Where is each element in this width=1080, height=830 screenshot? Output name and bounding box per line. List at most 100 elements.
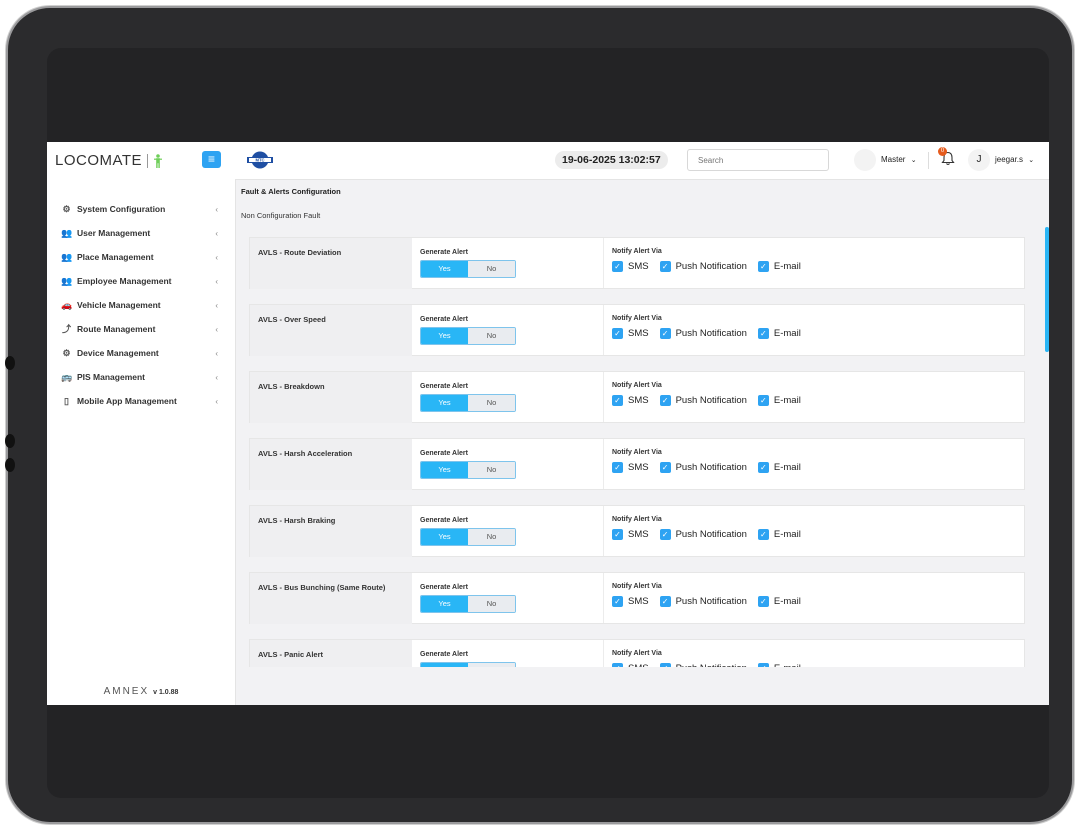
no-button[interactable]: No: [468, 596, 515, 612]
no-button[interactable]: No: [468, 328, 515, 344]
yes-button[interactable]: Yes: [421, 328, 468, 344]
generate-alert-label: Generate Alert: [420, 651, 468, 658]
channel-checkbox[interactable]: ✓ SMS: [612, 663, 649, 667]
notify-alert-label: Notify Alert Via: [612, 382, 662, 389]
sidebar-item[interactable]: ▯ Mobile App Management ‹: [47, 389, 235, 413]
channel-checkbox[interactable]: ✓ SMS: [612, 328, 649, 339]
channel-checkbox[interactable]: ✓ Push Notification: [659, 261, 747, 272]
checkmark-icon: ✓: [757, 529, 769, 540]
channel-checkbox[interactable]: ✓ E-mail: [757, 261, 801, 272]
tablet-frame: LOCOMATE ≡ ⚙ System Configuration ‹ 👥 User M…: [5, 6, 1074, 824]
fault-name: AVLS - Bus Bunching (Same Route): [250, 573, 412, 624]
checkmark-icon: ✓: [757, 663, 769, 667]
channel-checkbox[interactable]: ✓ E-mail: [757, 663, 801, 667]
sidebar-item[interactable]: 👥 Place Management ‹: [47, 245, 235, 269]
gear-cluster-icon: ⚙: [62, 347, 71, 358]
sidebar-item[interactable]: 🚌 PIS Management ‹: [47, 365, 235, 389]
channel-checkbox[interactable]: ✓ Push Notification: [659, 462, 747, 473]
row-divider: [603, 238, 604, 288]
mtc-logo-icon[interactable]: MTC: [247, 151, 273, 169]
sidebar-item[interactable]: ⤴ Route Management ‹: [47, 317, 235, 341]
channel-checkbox[interactable]: ✓ SMS: [612, 596, 649, 607]
no-button[interactable]: No: [468, 395, 515, 411]
fault-row: AVLS - Route Deviation Generate Alert Yes N…: [249, 237, 1025, 289]
app-logo: LOCOMATE: [55, 152, 163, 169]
channel-checkbox[interactable]: ✓ E-mail: [757, 328, 801, 339]
channel-checkbox[interactable]: ✓ SMS: [612, 529, 649, 540]
tablet-screen: LOCOMATE ≡ ⚙ System Configuration ‹ 👥 User M…: [47, 48, 1049, 798]
generate-alert-label: Generate Alert: [420, 383, 468, 390]
no-button[interactable]: No: [468, 663, 515, 667]
no-button[interactable]: No: [468, 529, 515, 545]
channel-checkbox[interactable]: ✓ E-mail: [757, 395, 801, 406]
chevron-left-icon: ‹: [215, 324, 218, 334]
channel-label: SMS: [628, 596, 649, 607]
route-icon: ⤴: [61, 323, 71, 334]
generate-alert-toggle: YesNo: [420, 327, 516, 345]
checkmark-icon: ✓: [757, 596, 769, 607]
yes-button[interactable]: Yes: [421, 395, 468, 411]
channel-checkbox[interactable]: ✓ E-mail: [757, 462, 801, 473]
sidebar-item-label: Mobile App Management: [77, 396, 177, 406]
channel-checkbox[interactable]: ✓ Push Notification: [659, 529, 747, 540]
row-divider: [603, 439, 604, 489]
fault-row: AVLS - Harsh Acceleration Generate Alert Y…: [249, 438, 1025, 490]
notify-channels: ✓ SMS ✓ Push Notification ✓ E-mail: [612, 529, 812, 540]
amnex-logo-text: AMNEX: [103, 686, 150, 697]
sidebar-item[interactable]: 🚗 Vehicle Management ‹: [47, 293, 235, 317]
user-avatar[interactable]: J: [968, 149, 990, 171]
yes-button[interactable]: Yes: [421, 596, 468, 612]
yes-button[interactable]: Yes: [421, 261, 468, 277]
fault-name: AVLS - Panic Alert: [250, 640, 412, 667]
channel-checkbox[interactable]: ✓ Push Notification: [659, 596, 747, 607]
chevron-left-icon: ‹: [215, 276, 218, 286]
sidebar-item[interactable]: 👥 User Management ‹: [47, 221, 235, 245]
sidebar-item[interactable]: 👥 Employee Management ‹: [47, 269, 235, 293]
scrollbar[interactable]: [1045, 227, 1049, 352]
channel-checkbox[interactable]: ✓ E-mail: [757, 596, 801, 607]
notify-channels: ✓ SMS ✓ Push Notification ✓ E-mail: [612, 663, 812, 667]
channel-checkbox[interactable]: ✓ SMS: [612, 261, 649, 272]
yes-button[interactable]: Yes: [421, 529, 468, 545]
yes-button[interactable]: Yes: [421, 462, 468, 478]
user-dropdown[interactable]: jeegar.s ⌄: [995, 155, 1034, 164]
channel-checkbox[interactable]: ✓ E-mail: [757, 529, 801, 540]
channel-checkbox[interactable]: ✓ SMS: [612, 395, 649, 406]
sidebar-item[interactable]: ⚙ System Configuration ‹: [47, 197, 235, 221]
fault-name: AVLS - Route Deviation: [250, 238, 412, 289]
sidebar-item-label: PIS Management: [77, 372, 146, 382]
role-dropdown[interactable]: Master ⌄: [881, 155, 917, 164]
checkmark-icon: ✓: [612, 529, 623, 540]
side-button: [5, 434, 15, 448]
channel-label: E-mail: [773, 261, 801, 272]
generate-alert-label: Generate Alert: [420, 517, 468, 524]
chevron-left-icon: ‹: [215, 396, 218, 406]
mtc-logo-text: MTC: [255, 158, 264, 163]
channel-checkbox[interactable]: ✓ Push Notification: [659, 395, 747, 406]
checkmark-icon: ✓: [659, 395, 671, 406]
channel-label: E-mail: [773, 529, 801, 540]
channel-label: SMS: [628, 462, 649, 473]
users-icon: 👥: [61, 251, 73, 262]
checkmark-icon: ✓: [757, 328, 769, 339]
footer-brand: AMNEX v 1.0.88: [47, 686, 235, 697]
fault-row: AVLS - Bus Bunching (Same Route) Generate…: [249, 572, 1025, 624]
sidebar-item[interactable]: ⚙ Device Management ‹: [47, 341, 235, 365]
generate-alert-toggle: YesNo: [420, 394, 516, 412]
fault-row: AVLS - Over Speed Generate Alert Yes No Noti…: [249, 304, 1025, 356]
channel-checkbox[interactable]: ✓ SMS: [612, 462, 649, 473]
chevron-left-icon: ‹: [215, 228, 218, 238]
no-button[interactable]: No: [468, 462, 515, 478]
no-button[interactable]: No: [468, 261, 515, 277]
hamburger-menu-button[interactable]: ≡: [202, 151, 221, 168]
channel-checkbox[interactable]: ✓ Push Notification: [659, 328, 747, 339]
channel-label: E-mail: [773, 596, 801, 607]
channel-checkbox[interactable]: ✓ Push Notification: [659, 663, 747, 667]
chevron-down-icon: ⌄: [1028, 157, 1035, 164]
main-content: Fault & Alerts Configuration Non Configu…: [235, 180, 1049, 705]
chevron-left-icon: ‹: [215, 252, 218, 262]
chevron-left-icon: ‹: [215, 204, 218, 214]
yes-button[interactable]: Yes: [421, 663, 468, 667]
search-input[interactable]: [687, 149, 829, 171]
checkmark-icon: ✓: [612, 395, 623, 406]
